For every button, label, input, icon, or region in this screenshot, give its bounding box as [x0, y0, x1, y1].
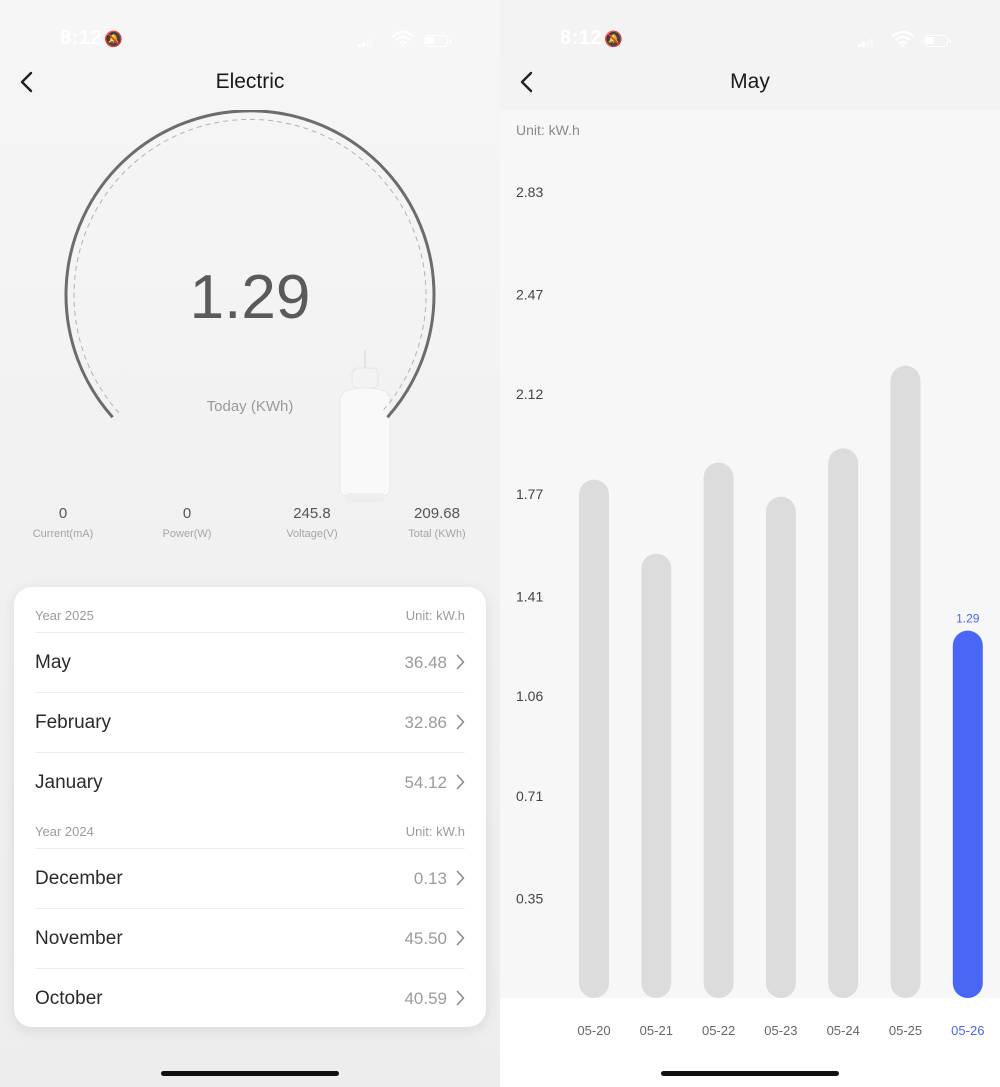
may-chart-screen: 8:12 🔕 May Unit: kW.h 0.35 0.71 1.06 1.41 1.…	[500, 0, 1000, 1087]
bar-data-label: 1.29	[956, 612, 980, 626]
section-header-2025: Year 2025 Unit: kW.h	[35, 608, 465, 626]
month-usage: 0.13	[413, 869, 447, 888]
home-indicator[interactable]	[661, 1071, 839, 1076]
stat-value: 209.68	[414, 505, 460, 522]
y-tick-label: 1.06	[516, 688, 543, 704]
bar-selected[interactable]	[952, 630, 983, 998]
bar[interactable]	[765, 496, 796, 998]
month-usage: 40.59	[404, 989, 447, 1008]
y-tick-label: 2.83	[516, 184, 543, 200]
month-row-january[interactable]: January 54.12	[35, 752, 465, 812]
x-tick-label: 05-20	[577, 1023, 610, 1038]
nav-bar: Electric	[0, 62, 500, 102]
bar[interactable]	[890, 365, 921, 998]
chevron-right-icon	[456, 654, 465, 670]
section-unit: Unit: kW.h	[405, 824, 465, 839]
month-name: May	[35, 652, 71, 673]
page-title: Electric	[215, 70, 285, 93]
bar[interactable]	[828, 448, 859, 998]
y-tick-label: 1.41	[516, 588, 543, 604]
status-bar: 8:12 🔕	[0, 27, 500, 55]
month-row-december[interactable]: December 0.13	[35, 848, 465, 908]
electric-screen: 8:12 🔕 Electric 1.29 Today (KWh) 0 Curre…	[0, 0, 500, 1087]
cellular-signal-icon	[358, 37, 374, 47]
stat-value: 0	[182, 505, 192, 522]
section-year: Year 2025	[35, 608, 94, 623]
section-year: Year 2024	[35, 824, 94, 839]
month-name: December	[35, 868, 123, 889]
bar[interactable]	[579, 479, 609, 999]
month-row-november[interactable]: November 45.50	[35, 908, 465, 968]
status-time: 8:12	[60, 27, 103, 49]
month-name: November	[35, 928, 123, 949]
y-tick-label: 2.47	[516, 287, 543, 303]
today-usage-value: 1.29	[189, 263, 311, 332]
stat-label: Current(mA)	[32, 528, 94, 540]
stat-label: Total (KWh)	[408, 528, 466, 540]
stat-total: 209.68 Total (KWh)	[382, 505, 492, 540]
y-tick-label: 1.77	[516, 486, 543, 502]
bar[interactable]	[703, 462, 734, 998]
x-tick-label: 05-21	[640, 1023, 673, 1038]
stat-current: 0 Current(mA)	[8, 505, 118, 540]
y-tick-label: 0.71	[516, 788, 543, 804]
month-name: October	[35, 988, 103, 1009]
x-tick-label: 05-22	[702, 1023, 735, 1038]
x-tick-label: 05-24	[827, 1023, 860, 1038]
daily-usage-bar-chart: 0.35 0.71 1.06 1.41 1.77 2.12 2.47 2.83 05-20 05-…	[516, 184, 984, 1038]
chevron-right-icon	[456, 990, 465, 1006]
chevron-right-icon	[456, 870, 465, 886]
stat-label: Power(W)	[162, 528, 212, 540]
monthly-history-card: Year 2025 Unit: kW.h May 36.48 February …	[14, 587, 486, 1027]
month-usage: 36.48	[404, 653, 447, 672]
chevron-right-icon	[456, 930, 465, 946]
x-tick-label: 05-23	[764, 1023, 797, 1038]
stat-value: 0	[58, 505, 68, 522]
month-name: February	[35, 712, 112, 733]
bell-mute-icon: 🔕	[104, 31, 123, 48]
month-usage: 54.12	[404, 773, 447, 792]
y-tick-label: 2.12	[516, 386, 543, 402]
stat-voltage: 245.8 Voltage(V)	[257, 505, 367, 540]
home-indicator[interactable]	[161, 1071, 339, 1076]
month-usage: 45.50	[404, 929, 447, 948]
stat-value: 245.8	[293, 505, 331, 522]
stat-label: Voltage(V)	[286, 528, 338, 540]
y-tick-label: 0.35	[516, 890, 543, 906]
battery-icon	[424, 35, 451, 47]
month-row-february[interactable]: February 32.86	[35, 692, 465, 752]
section-unit: Unit: kW.h	[405, 608, 465, 623]
month-row-october[interactable]: October 40.59	[35, 968, 465, 1028]
today-usage-label: Today (KWh)	[206, 398, 294, 415]
wifi-icon	[392, 31, 414, 47]
month-row-may[interactable]: May 36.48	[35, 632, 465, 692]
month-usage: 32.86	[404, 713, 447, 732]
chevron-right-icon	[456, 714, 465, 730]
chevron-right-icon	[456, 774, 465, 790]
stat-power: 0 Power(W)	[132, 505, 242, 540]
bar[interactable]	[641, 553, 672, 998]
month-name: January	[35, 772, 103, 793]
x-tick-label: 05-26	[951, 1023, 984, 1038]
x-tick-label: 05-25	[889, 1023, 922, 1038]
section-header-2024: Year 2024 Unit: kW.h	[35, 824, 465, 842]
